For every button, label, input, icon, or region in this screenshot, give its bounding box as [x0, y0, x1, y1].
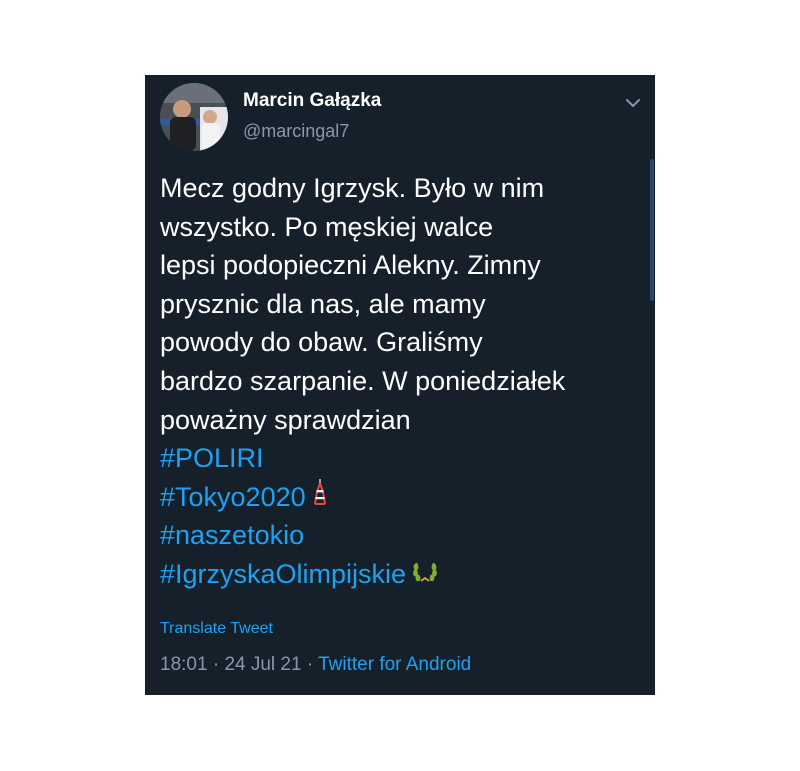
tweet-text-line: prysznic dla nas, ale mamy	[160, 288, 486, 319]
hashtag-text[interactable]: #naszetokio	[160, 520, 304, 550]
hashtag-link[interactable]: #POLIRI	[160, 439, 640, 478]
tweet-text-line: lepsi podopieczni Alekny. Zimny	[160, 250, 541, 281]
tweet-time[interactable]: 18:01	[160, 654, 208, 675]
tweet-card: Marcin Gałązka @marcingal7 Mecz godny Ig…	[145, 75, 655, 695]
tweet-text-line: powody do obaw. Graliśmy	[160, 327, 483, 358]
profile-photo	[160, 83, 228, 151]
author-display-name[interactable]: Marcin Gałązka	[243, 89, 381, 113]
avatar[interactable]	[160, 83, 228, 151]
chevron-down-icon[interactable]	[623, 93, 643, 113]
tweet-text-line: Mecz godny Igrzysk. Było w nim	[160, 173, 545, 203]
meta-separator: ·	[207, 654, 225, 675]
tokyo-tower-icon	[312, 477, 328, 516]
hashtag-text[interactable]: #Tokyo2020	[160, 482, 306, 512]
laurel-wreath-icon	[412, 555, 438, 594]
translate-tweet-link[interactable]: Translate Tweet	[160, 618, 273, 640]
hashtag-link[interactable]: #naszetokio	[160, 516, 640, 555]
author-handle[interactable]: @marcingal7	[243, 119, 349, 143]
tweet-meta: 18:01 · 24 Jul 21 · Twitter for Android	[160, 652, 471, 678]
tweet-text-line: poważny sprawdzian	[160, 404, 411, 435]
hashtag-text[interactable]: #IgrzyskaOlimpijskie	[160, 559, 406, 589]
tweet-source-link[interactable]: Twitter for Android	[318, 654, 471, 675]
hashtag-link[interactable]: #IgrzyskaOlimpijskie	[160, 555, 640, 594]
meta-separator: ·	[301, 654, 319, 675]
tweet-text-line: bardzo szarpanie. W poniedziałek	[160, 365, 566, 396]
hashtag-text[interactable]: #POLIRI	[160, 443, 264, 473]
hashtag-link[interactable]: #Tokyo2020	[160, 478, 640, 517]
tweet-text: Mecz godny Igrzysk. Było w nim wszystko.…	[160, 169, 640, 594]
tweet-text-line: wszystko. Po męskiej walce	[160, 211, 494, 242]
tweet-date[interactable]: 24 Jul 21	[224, 654, 301, 675]
scrollbar[interactable]	[650, 159, 654, 301]
